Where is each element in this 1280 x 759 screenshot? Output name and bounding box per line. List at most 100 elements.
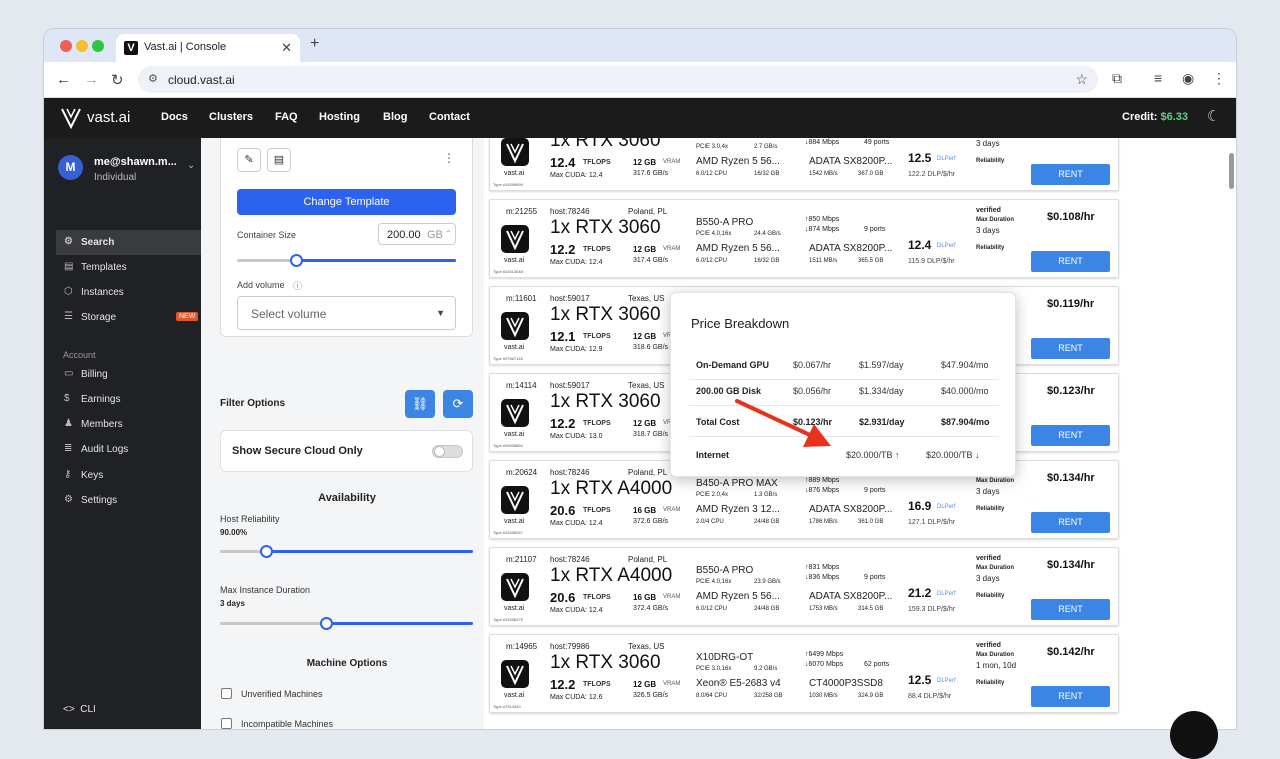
media-icon[interactable]: ≡	[1154, 70, 1162, 86]
nav-contact[interactable]: Contact	[429, 111, 470, 123]
offer-card[interactable]: vast.ai Type #19296999 1x RTX 3060 12.4 TFLO…	[489, 138, 1119, 191]
sidebar-item-members[interactable]: ♟ Members	[56, 412, 201, 437]
max-duration-slider[interactable]	[220, 617, 473, 630]
sidebar-item-search[interactable]: ⚙ Search	[56, 230, 201, 255]
dark-mode-toggle-icon[interactable]: ☾	[1207, 107, 1220, 125]
cpu-cores: 6.0/12 CPU	[696, 258, 728, 264]
host-id: host:79986	[550, 642, 590, 651]
nav-faq[interactable]: FAQ	[275, 111, 298, 123]
download-speed: ↓884 Mbps	[805, 139, 840, 146]
brand-label: vast.ai	[504, 692, 525, 699]
container-size-slider[interactable]	[237, 254, 456, 267]
vram-bandwidth: 326.5 GB/s	[633, 692, 669, 699]
browser-tab[interactable]: V Vast.ai | Console ✕	[116, 34, 300, 62]
vast-logo-icon[interactable]	[60, 107, 82, 129]
forward-icon[interactable]: →	[84, 71, 99, 88]
new-tab-icon[interactable]: +	[310, 35, 319, 53]
reset-filters-button[interactable]: ⟳	[443, 390, 473, 418]
rent-button[interactable]: RENT	[1031, 599, 1110, 620]
more-options-icon[interactable]: ⋮	[443, 151, 455, 165]
close-tab-icon[interactable]: ✕	[281, 40, 292, 56]
help-icon[interactable]: ⓘ	[293, 279, 302, 292]
sidebar-item-templates[interactable]: ▤ Templates	[56, 255, 201, 280]
ports: 9 ports	[864, 574, 886, 581]
vram: 16 GB	[633, 506, 657, 515]
rent-button[interactable]: RENT	[1031, 512, 1110, 533]
disk-bandwidth: 1030 MB/s	[809, 693, 838, 699]
edit-template-button[interactable]: ✎	[237, 148, 261, 172]
maximize-window-dot[interactable]	[92, 40, 104, 52]
minimize-window-dot[interactable]	[76, 40, 88, 52]
select-volume-dropdown[interactable]: Select volume ▼	[237, 296, 456, 330]
sidebar-item-earnings[interactable]: $ Earnings	[56, 387, 201, 412]
url-field[interactable]: ⚙ cloud.vast.ai ☆	[138, 66, 1098, 93]
availability-header: Availability	[318, 492, 376, 504]
slider-handle[interactable]	[320, 617, 334, 630]
offer-card[interactable]: vast.ai Type #23013648 m:21255 host:78246 Po…	[489, 199, 1119, 278]
offer-card[interactable]: vast.ai Type #7914440 m:14965 host:79986 Tex…	[489, 634, 1119, 713]
rent-button[interactable]: RENT	[1031, 251, 1110, 272]
sidebar-item-billing[interactable]: ▭ Billing	[56, 362, 201, 387]
offer-type-id: Type #19296999	[493, 182, 523, 187]
nav-clusters[interactable]: Clusters	[209, 111, 253, 123]
machine-id: m:11601	[506, 294, 537, 303]
download-speed: ↓874 Mbps	[805, 226, 840, 233]
change-template-button[interactable]: Change Template	[237, 189, 456, 215]
chevron-down-icon[interactable]: ⌄	[187, 160, 195, 171]
bookmark-star-icon[interactable]: ☆	[1075, 71, 1088, 88]
nav-blog[interactable]: Blog	[383, 111, 407, 123]
sidebar-item-settings[interactable]: ⚙ Settings	[56, 488, 201, 513]
verified-badge: verified	[976, 207, 1001, 214]
max-duration-label: Max Duration	[976, 652, 1015, 658]
avatar[interactable]: M	[58, 155, 83, 180]
host-reliability-label: Host Reliability	[220, 514, 280, 524]
sidebar-item-keys[interactable]: ⚷ Keys	[56, 463, 201, 488]
sidebar-item-label: Search	[81, 237, 115, 248]
host-reliability-slider[interactable]	[220, 545, 473, 558]
chat-widget-button[interactable]	[1170, 711, 1218, 759]
container-size-input[interactable]: 200.00 GB ⌃	[378, 223, 456, 245]
price-monthly: $87.904/mo	[941, 417, 990, 427]
slider-handle[interactable]	[259, 545, 273, 558]
secure-cloud-toggle[interactable]	[432, 445, 463, 458]
user-email[interactable]: me@shawn.m...	[94, 156, 177, 168]
rent-button[interactable]: RENT	[1031, 686, 1110, 707]
sidebar-item-instances[interactable]: ⬡ Instances	[56, 280, 201, 305]
document-icon: ▤	[273, 154, 285, 166]
nav-docs[interactable]: Docs	[161, 111, 188, 123]
slider-handle[interactable]	[290, 254, 304, 267]
site-settings-icon[interactable]: ⚙	[148, 72, 158, 85]
offer-card[interactable]: vast.ai Type #19296275 m:21107 host:78246 Po…	[489, 547, 1119, 626]
caret-down-icon: ▼	[436, 308, 445, 318]
vram: 12 GB	[633, 419, 657, 428]
sidebar-item-audit-logs[interactable]: ≣ Audit Logs	[56, 437, 201, 462]
slider-fill	[296, 259, 456, 262]
location: Texas, US	[628, 642, 665, 651]
sidebar-item-label: Settings	[81, 495, 118, 506]
rent-button[interactable]: RENT	[1031, 164, 1110, 185]
browser-menu-icon[interactable]: ⋮	[1212, 70, 1226, 87]
reload-icon[interactable]: ↻	[111, 71, 124, 89]
spinner-icon[interactable]: ⌃	[445, 229, 452, 238]
price-hourly: $0.056/hr	[793, 386, 832, 396]
tflops: 12.4	[550, 155, 576, 170]
price-row-name: 200.00 GB Disk	[696, 386, 762, 396]
rent-button[interactable]: RENT	[1031, 338, 1110, 359]
sidebar-item-storage[interactable]: ☰ Storage NEW	[56, 305, 201, 330]
brand-name[interactable]: vast.ai	[87, 109, 130, 126]
cli-link[interactable]: <> CLI	[63, 704, 96, 715]
profile-icon[interactable]: ◉	[1182, 70, 1194, 87]
price-daily: $2.931/day	[859, 417, 905, 427]
unverified-machines-checkbox[interactable]	[221, 688, 232, 699]
slider-fill	[265, 550, 473, 553]
back-icon[interactable]: ←	[56, 71, 71, 88]
share-link-button[interactable]: ⛓	[405, 390, 435, 418]
close-window-dot[interactable]	[60, 40, 72, 52]
scrollbar[interactable]	[1229, 153, 1234, 189]
vram-bandwidth: 372.4 GB/s	[633, 605, 669, 612]
nav-hosting[interactable]: Hosting	[319, 111, 360, 123]
template-info-button[interactable]: ▤	[267, 148, 291, 172]
extensions-icon[interactable]: ⧉	[1112, 70, 1122, 87]
rent-button[interactable]: RENT	[1031, 425, 1110, 446]
container-size-label: Container Size	[237, 230, 297, 240]
